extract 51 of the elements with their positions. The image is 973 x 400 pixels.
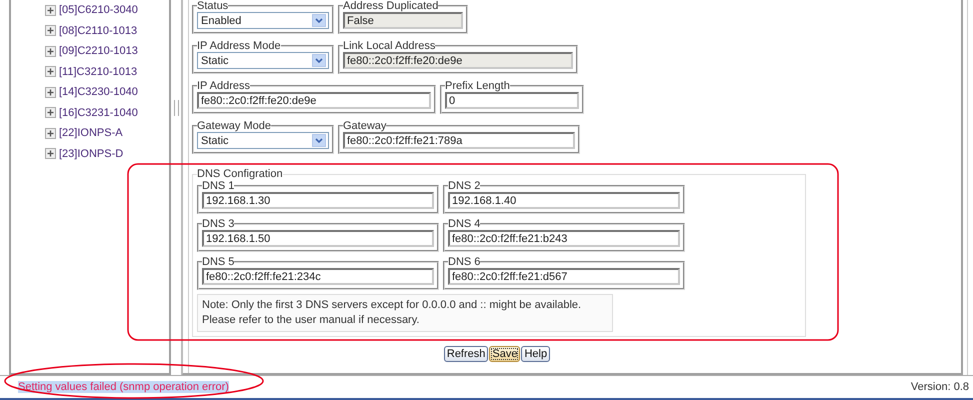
field-label: Link Local Address <box>343 40 436 52</box>
tree-item[interactable]: [11]C3210-1013 <box>59 66 138 78</box>
note-text: Note: Only the first 3 DNS servers except for 0.0.0.0 and :: might be available. Please refer to the user manual if necessary. <box>197 294 613 332</box>
button[interactable]: Save <box>489 346 520 362</box>
expand-icon[interactable] <box>45 86 56 98</box>
input-field[interactable]: fe80::2c0:f2ff:fe20:de9e <box>343 52 573 69</box>
field-label: Status <box>197 0 228 12</box>
input-field[interactable]: 192.168.1.40 <box>448 192 680 209</box>
field-label: DNS 6 <box>448 256 480 268</box>
dropdown[interactable]: Static <box>197 52 329 69</box>
field-label: Gateway Mode <box>197 120 271 132</box>
button[interactable]: Help <box>521 346 550 362</box>
expand-icon[interactable] <box>45 148 56 160</box>
field-label: IP Address <box>197 80 250 92</box>
section-title: DNS Configration <box>197 168 283 180</box>
input-field[interactable]: 0 <box>445 92 579 109</box>
tree-item[interactable]: [08]C2110-1013 <box>59 24 138 37</box>
tree-item[interactable]: [05]C6210-3040 <box>59 4 138 16</box>
version-label: Version: 0.8 <box>910 381 969 394</box>
expand-icon[interactable] <box>45 46 56 57</box>
field-label: DNS 3 <box>202 218 234 230</box>
field-label: DNS 2 <box>448 180 480 192</box>
dropdown[interactable]: Static <box>197 132 329 149</box>
input-field[interactable]: 192.168.1.50 <box>202 230 434 247</box>
expand-icon[interactable] <box>45 128 56 139</box>
dropdown[interactable]: Enabled <box>197 12 329 29</box>
input-field[interactable]: fe80::2c0:f2ff:fe21:789a <box>343 132 575 149</box>
button[interactable]: Refresh <box>444 346 488 362</box>
field-label: Prefix Length <box>445 80 510 92</box>
tree-item[interactable]: [16]C3231-1040 <box>59 106 138 119</box>
field-label: Address Duplicated <box>343 0 438 12</box>
expand-icon[interactable] <box>45 25 56 36</box>
tree-item[interactable]: [23]IONPS-D <box>59 148 124 160</box>
input-field[interactable]: fe80::2c0:f2ff:fe21:d567 <box>448 268 680 285</box>
field-label: DNS 1 <box>202 180 234 192</box>
expand-icon[interactable] <box>45 107 56 118</box>
tree-item[interactable]: [22]IONPS-A <box>59 127 123 140</box>
expand-icon[interactable] <box>45 66 56 78</box>
field-label: DNS 5 <box>202 256 234 268</box>
status-message: Setting values failed (snmp operation error) <box>18 381 229 394</box>
input-field[interactable]: False <box>343 12 463 29</box>
input-field[interactable]: fe80::2c0:f2ff:fe21:234c <box>202 268 434 285</box>
field-label: Gateway <box>343 120 386 132</box>
field-label: DNS 4 <box>448 218 480 230</box>
tree-item[interactable]: [09]C2210-1013 <box>59 45 138 58</box>
tree-item[interactable]: [14]C3230-1040 <box>59 86 138 98</box>
expand-icon[interactable] <box>45 4 56 16</box>
input-field[interactable]: fe80::2c0:f2ff:fe21:b243 <box>448 230 680 247</box>
field-label: IP Address Mode <box>197 40 281 52</box>
input-field[interactable]: 192.168.1.30 <box>202 192 434 209</box>
input-field[interactable]: fe80::2c0:f2ff:fe20:de9e <box>197 92 431 109</box>
